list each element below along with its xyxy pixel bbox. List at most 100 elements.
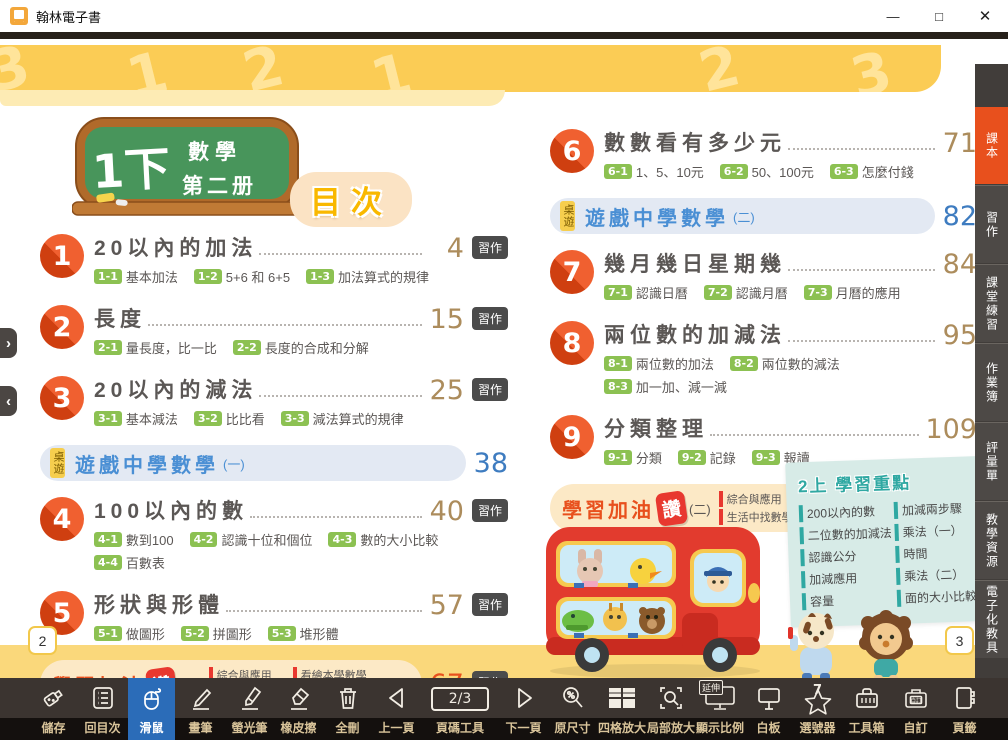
chapter-number-badge: 3: [40, 376, 84, 420]
pen-tool-button[interactable]: 畫筆: [177, 678, 224, 740]
toc-subitem[interactable]: 7-3 月曆的應用: [804, 283, 901, 302]
band-number: 3: [845, 45, 899, 92]
toc-subitem[interactable]: 8-3加一加、減一減: [604, 377, 727, 396]
display-scale-button[interactable]: 延伸 顯示比例: [696, 678, 743, 740]
chapter-title[interactable]: 100以內的數: [94, 495, 248, 525]
subitem-label: 數的大小比較: [360, 530, 438, 549]
toc-subitem[interactable]: 9-1分類: [604, 448, 662, 467]
boost-page[interactable]: 67: [422, 669, 464, 679]
tab-homework-book[interactable]: 作業簿: [975, 343, 1008, 421]
chapter-page[interactable]: 15: [428, 306, 464, 333]
partial-zoom-button[interactable]: 局部放大: [647, 678, 694, 740]
workbook-badge[interactable]: 習作: [472, 499, 508, 522]
toc-subitem[interactable]: 3-2比比看: [194, 409, 265, 428]
delete-all-button[interactable]: 全刪: [324, 678, 371, 740]
extend-mode-tag: 延伸: [699, 680, 723, 695]
next-page-button[interactable]: 下一頁: [500, 678, 547, 740]
toc-subitem[interactable]: 2-1量長度，比一比: [94, 338, 217, 357]
workbook-badge[interactable]: 習作: [472, 236, 508, 259]
toc-subitem[interactable]: 1-25+6 和 6+5: [194, 267, 290, 286]
workbook-badge[interactable]: 習作: [472, 307, 508, 330]
mouse-tool-button[interactable]: 滑鼠: [128, 678, 175, 740]
panel-toggle-open[interactable]: ›: [0, 328, 17, 358]
toc-subitem[interactable]: 2-2長度的合成和分解: [233, 338, 369, 357]
chapter-page[interactable]: 57: [428, 592, 464, 619]
prev-page-button[interactable]: 上一頁: [373, 678, 420, 740]
toc-subitem[interactable]: 1-3加法算式的規律: [306, 267, 429, 286]
chapter-page[interactable]: 40: [428, 498, 464, 525]
chapter-title[interactable]: 兩位數的加減法: [604, 319, 786, 349]
chapter-title[interactable]: 20以內的減法: [94, 374, 257, 404]
maximize-button[interactable]: □: [916, 0, 962, 32]
toc-subitem[interactable]: 4-1數到100: [94, 530, 174, 549]
toc-subitem[interactable]: 7-2認識月曆: [704, 283, 788, 302]
tab-textbook[interactable]: 課本: [975, 107, 1008, 184]
tab-assessment-sheet[interactable]: 評量單: [975, 422, 1008, 500]
game-section-row[interactable]: 桌遊 遊戲中學數學 (一) 38: [40, 445, 508, 481]
chapter-title[interactable]: 分類整理: [604, 413, 708, 443]
toc-subitem[interactable]: 6-250、100元: [720, 162, 814, 181]
tab-workbook[interactable]: 習作: [975, 185, 1008, 263]
chapter-title[interactable]: 數數看有多少元: [604, 127, 786, 157]
praise-sticker: 讚: [145, 666, 178, 678]
toc-subitem[interactable]: 1-1基本加法: [94, 267, 178, 286]
panel-toggle-close[interactable]: ‹: [0, 386, 17, 416]
boost-section-row[interactable]: 學習加油 讚 (一) 綜合與應用 生活中找數學 看繪本學數學 67 習作: [40, 660, 508, 678]
subitem-code: 7-3: [804, 285, 832, 300]
chapter-title[interactable]: 長度: [94, 303, 146, 333]
save-button[interactable]: 儲存: [30, 678, 77, 740]
chapter-title[interactable]: 幾月幾日星期幾: [604, 248, 786, 278]
toc-subitem[interactable]: 5-3堆形體: [268, 624, 339, 643]
chapter-page[interactable]: 84: [941, 251, 977, 278]
chapter-page[interactable]: 25: [428, 377, 464, 404]
chapter-title[interactable]: 形狀與形體: [94, 589, 224, 619]
toc-subitem[interactable]: 3-1基本減法: [94, 409, 178, 428]
toc-subitem[interactable]: 5-2拼圖形: [181, 624, 252, 643]
chapter-page[interactable]: 109: [925, 416, 977, 443]
chapter-title[interactable]: 20以內的加法: [94, 232, 257, 262]
band-number: 3: [0, 45, 36, 92]
tab-class-practice[interactable]: 課堂練習: [975, 264, 1008, 342]
chapter-page[interactable]: 71: [941, 130, 977, 157]
workbook-badge[interactable]: 習作: [472, 378, 508, 401]
tab-teaching-resources[interactable]: 教學資源: [975, 501, 1008, 579]
toc-subitem[interactable]: 6-11、5、10元: [604, 162, 704, 181]
subitem-label: 月曆的應用: [836, 283, 901, 302]
toc-subitem[interactable]: 4-4百數表: [94, 553, 165, 572]
game-page[interactable]: 82: [935, 201, 977, 232]
toc-subitem[interactable]: 8-1兩位數的加法: [604, 354, 714, 373]
game-page[interactable]: 38: [466, 448, 508, 479]
back-to-toc-button[interactable]: 回目次: [79, 678, 126, 740]
close-button[interactable]: ✕: [962, 0, 1008, 32]
toc-subitem[interactable]: 5-1做圖形: [94, 624, 165, 643]
number-picker-button[interactable]: 7 選號器: [794, 678, 841, 740]
toc-subitem[interactable]: 6-3怎麼付錢: [830, 162, 914, 181]
chapter-page[interactable]: 4: [428, 235, 464, 262]
page-number-tool[interactable]: 2/3 頁碼工具: [422, 678, 498, 740]
custom-button[interactable]: 自訂 自訂: [892, 678, 939, 740]
right-page-number-badge[interactable]: 3: [945, 626, 974, 655]
game-section-row[interactable]: 桌遊 遊戲中學數學 (二) 82: [550, 198, 977, 234]
original-size-button[interactable]: 原尺寸: [549, 678, 596, 740]
minimize-button[interactable]: —: [870, 0, 916, 32]
whiteboard-button[interactable]: 白板: [745, 678, 792, 740]
toc-subitem[interactable]: 8-2兩位數的減法: [730, 354, 840, 373]
left-page-number-badge[interactable]: 2: [28, 626, 57, 655]
eraser-tool-button[interactable]: 橡皮擦: [275, 678, 322, 740]
app-icon: [10, 7, 28, 25]
toc-subitem[interactable]: 4-3數的大小比較: [328, 530, 438, 549]
subitem-code: 3-3: [281, 411, 309, 426]
toolbox-button[interactable]: 工具箱: [843, 678, 890, 740]
toc-subitem[interactable]: 9-2記錄: [678, 448, 736, 467]
quad-zoom-button[interactable]: 四格放大: [598, 678, 645, 740]
highlighter-tool-button[interactable]: 螢光筆: [226, 678, 273, 740]
toc-subitem[interactable]: 3-3減法算式的規律: [281, 409, 404, 428]
workbook-badge[interactable]: 習作: [472, 671, 508, 678]
toc-subitem[interactable]: 4-2認識十位和個位: [190, 530, 313, 549]
page-tabs-button[interactable]: 頁籤: [941, 678, 988, 740]
workbook-badge[interactable]: 習作: [472, 593, 508, 616]
page-indicator[interactable]: 2/3: [431, 687, 490, 711]
toc-subitem[interactable]: 7-1認識日曆: [604, 283, 688, 302]
chapter-page[interactable]: 95: [941, 322, 977, 349]
tab-digital-aids[interactable]: 電子化教具: [975, 580, 1008, 658]
